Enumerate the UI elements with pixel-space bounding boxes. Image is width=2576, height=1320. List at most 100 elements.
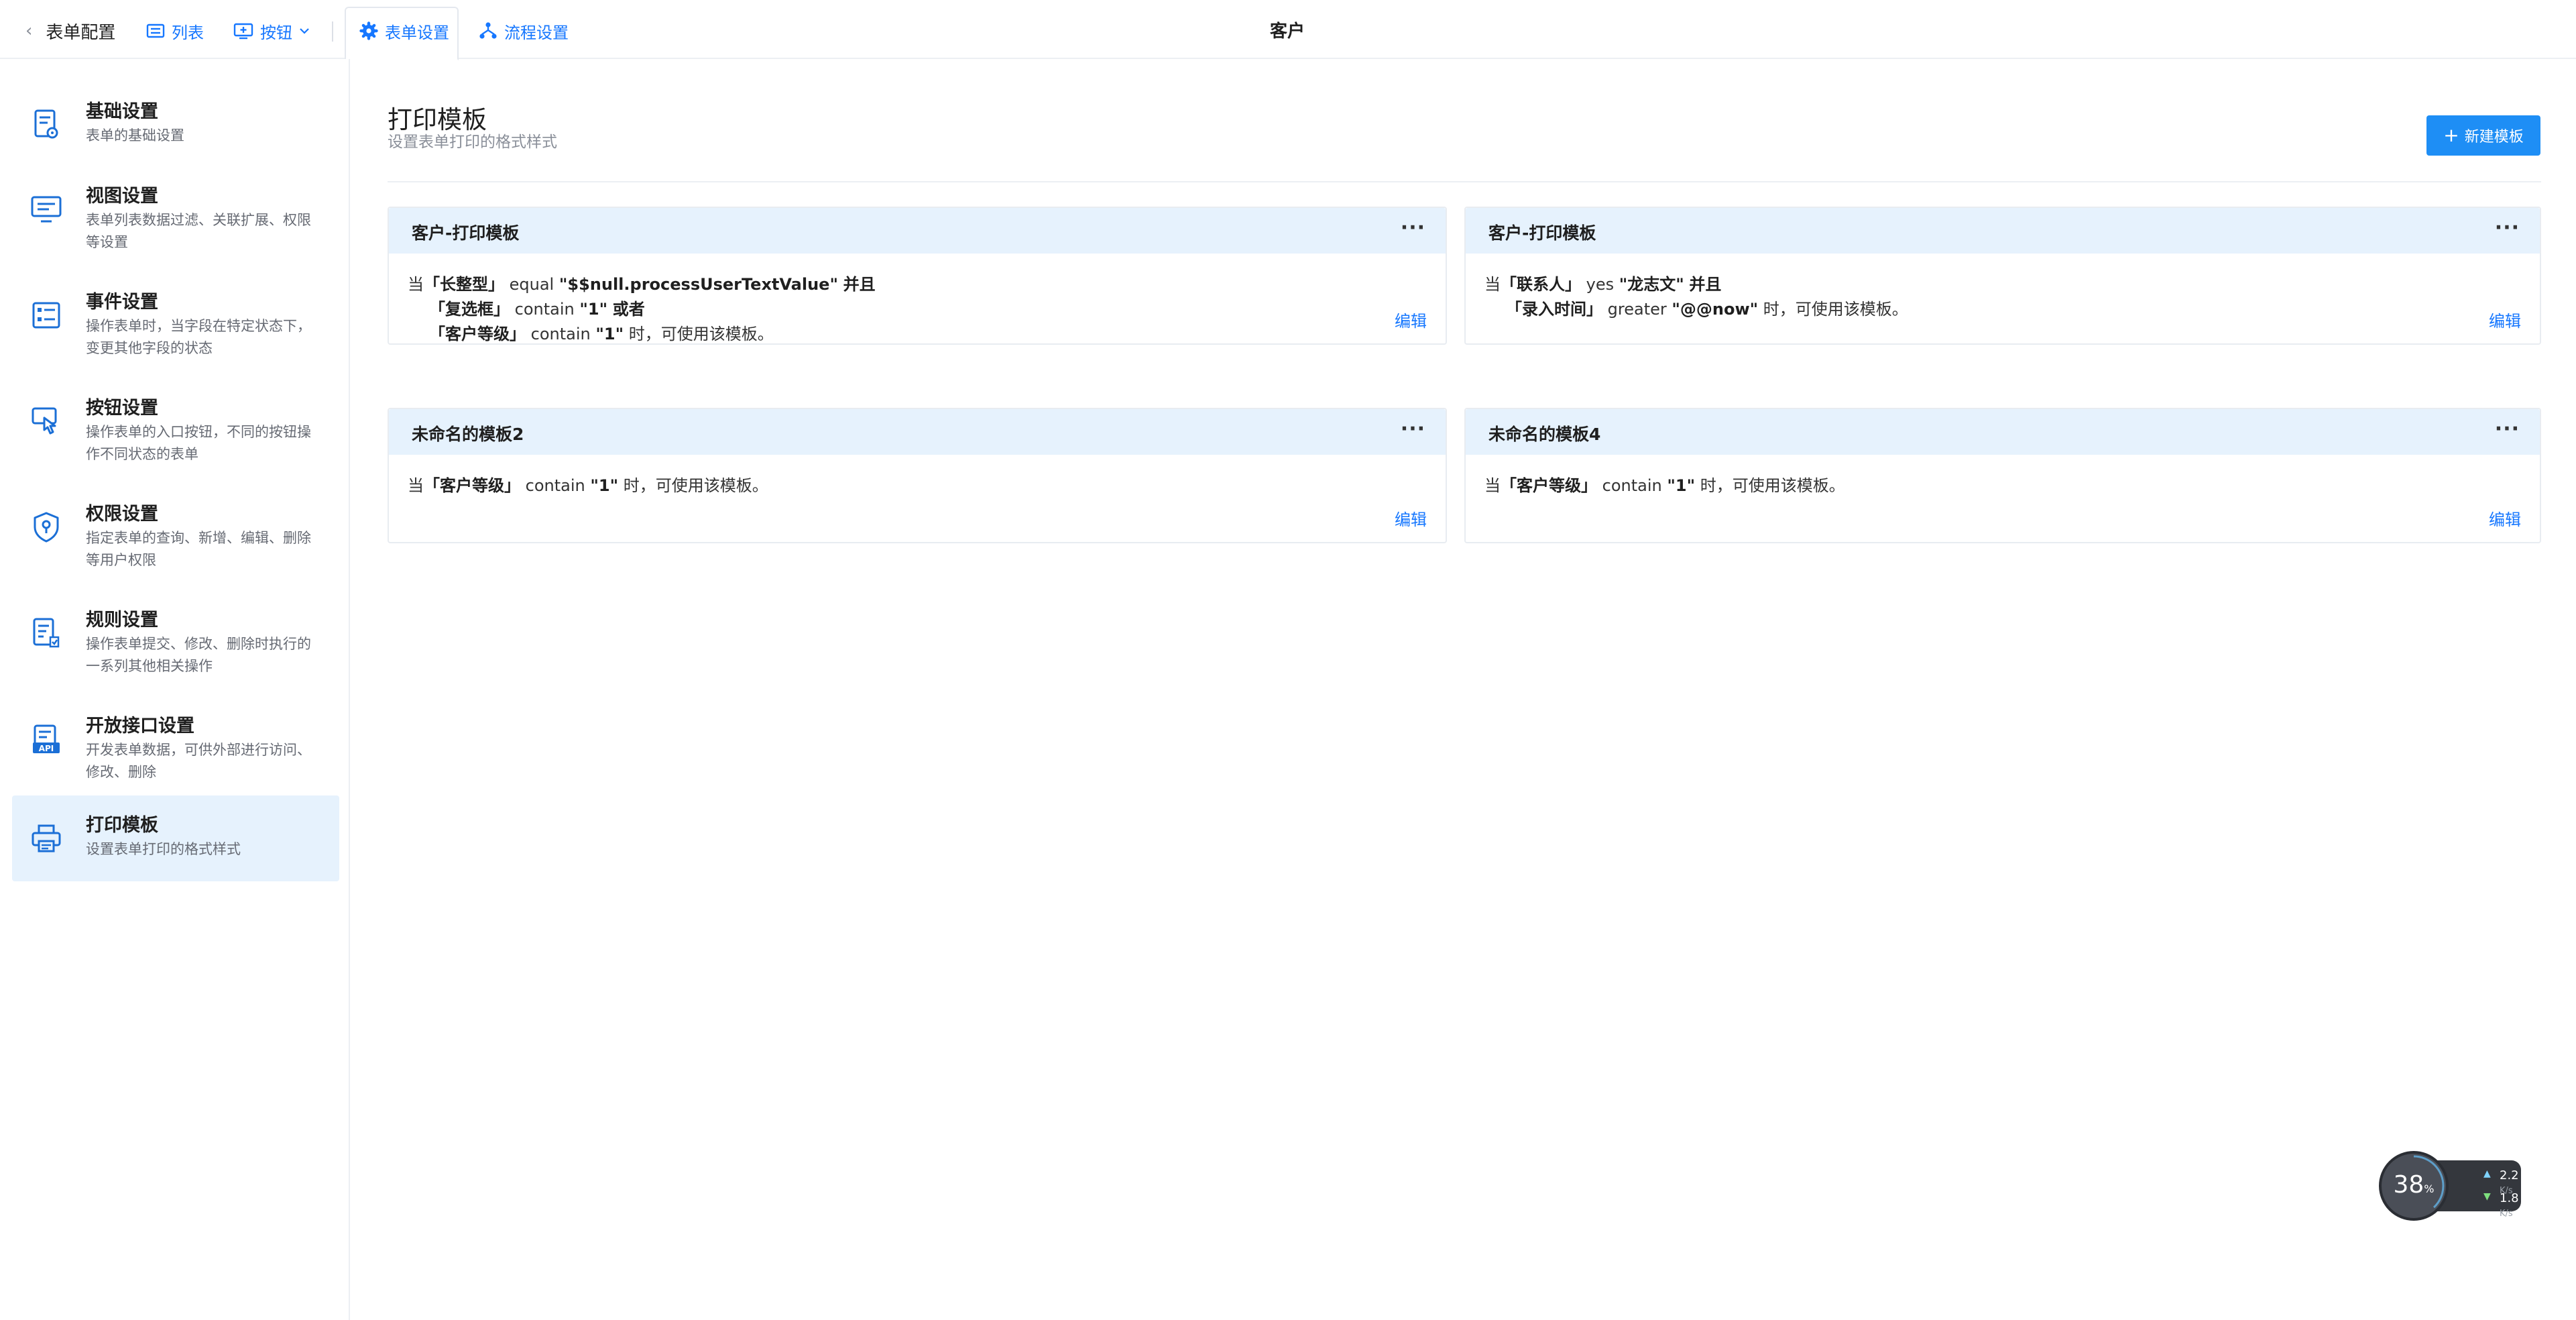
arrow-up-icon: ▲ <box>2483 1168 2491 1179</box>
condition-value: "1" <box>595 325 624 343</box>
settings-sidebar: 基础设置 表单的基础设置 视图设置 表单列表数据过滤、关联扩展、权限等设置 事件… <box>0 59 350 1320</box>
condition-line: 「客户等级」 contain "1" 时，可使用该模板。 <box>408 322 876 347</box>
download-speed: ▼ 1.8 K/s <box>2483 1191 2521 1219</box>
condition-value: "1" <box>579 300 608 319</box>
api-icon: API <box>28 721 64 757</box>
sidebar-item-permission[interactable]: 权限设置 指定表单的查询、新增、编辑、删除等用户权限 <box>12 484 339 570</box>
sidebar-item-title: 权限设置 <box>86 504 158 525</box>
header-divider <box>388 181 2541 182</box>
sidebar-item-desc: 指定表单的查询、新增、编辑、删除等用户权限 <box>86 530 311 568</box>
sidebar-item-button[interactable]: 按钮设置 操作表单的入口按钮，不同的按钮操作不同状态的表单 <box>12 378 339 464</box>
edit-link[interactable]: 编辑 <box>1395 506 1427 530</box>
card-header: 未命名的模板2 ··· <box>389 409 1446 455</box>
button-dropdown[interactable]: 按钮 <box>233 17 311 44</box>
more-actions-button[interactable]: ··· <box>2495 417 2520 441</box>
condition-field: 「客户等级」 <box>424 476 520 495</box>
event-list-icon <box>28 297 64 333</box>
monitor-icon <box>28 191 64 227</box>
edit-link[interactable]: 编辑 <box>1395 308 1427 331</box>
condition-operator: yes <box>1586 275 1615 294</box>
sidebar-item-print-template[interactable]: 打印模板 设置表单打印的格式样式 <box>12 795 339 881</box>
upload-value: 2.2 <box>2500 1168 2519 1182</box>
tab-flow-settings-label: 流程设置 <box>504 23 569 42</box>
sidebar-item-title: 事件设置 <box>86 292 158 313</box>
condition-operator: greater <box>1607 300 1667 319</box>
template-card: 未命名的模板4 ··· 当「客户等级」 contain "1" 时，可使用该模板… <box>1464 408 2541 543</box>
condition-conjunction: 时，可使用该模板。 <box>1700 476 1845 495</box>
page-subtitle: 设置表单打印的格式样式 <box>388 133 557 151</box>
sidebar-item-desc: 操作表单的入口按钮，不同的按钮操作不同状态的表单 <box>86 424 311 462</box>
condition-prefix: 当 <box>1484 275 1501 294</box>
condition-value: "@@now" <box>1672 300 1759 319</box>
condition-conjunction: 时，可使用该模板。 <box>1763 300 1908 319</box>
sidebar-item-basic[interactable]: 基础设置 表单的基础设置 <box>12 82 339 168</box>
card-conditions: 当「客户等级」 contain "1" 时，可使用该模板。 <box>1484 474 1845 498</box>
sidebar-item-title: 打印模板 <box>86 815 158 836</box>
more-actions-button[interactable]: ··· <box>2495 216 2520 239</box>
sidebar-item-rule[interactable]: 规则设置 操作表单提交、修改、删除时执行的一系列其他相关操作 <box>12 590 339 676</box>
system-monitor-widget[interactable]: ▲ 2.2 K/s ▼ 1.8 K/s 38% <box>2379 1151 2522 1221</box>
list-button[interactable]: 列表 <box>146 17 204 44</box>
condition-prefix: 当 <box>408 476 424 495</box>
template-card: 客户-打印模板 ··· 当「长整型」 equal "$$null.process… <box>388 207 1447 345</box>
condition-line: 当「客户等级」 contain "1" 时，可使用该模板。 <box>1484 474 1845 498</box>
card-header: 客户-打印模板 ··· <box>389 208 1446 254</box>
card-title: 客户-打印模板 <box>412 223 520 243</box>
condition-conjunction: 并且 <box>1689 275 1722 294</box>
plus-icon: + <box>2443 124 2459 146</box>
sidebar-item-title: 基础设置 <box>86 101 158 122</box>
button-label: 按钮 <box>260 23 292 42</box>
cpu-percent: 38% <box>2379 1171 2449 1199</box>
condition-value: "1" <box>590 476 619 495</box>
condition-value: "$$null.processUserTextValue" <box>559 275 838 294</box>
back-button[interactable]: ‹ 表单配置 <box>25 17 115 44</box>
condition-line: 当「联系人」 yes "龙志文" 并且 <box>1484 272 1908 297</box>
sidebar-item-view[interactable]: 视图设置 表单列表数据过滤、关联扩展、权限等设置 <box>12 166 339 252</box>
new-template-button[interactable]: + 新建模板 <box>2426 115 2540 156</box>
flow-icon <box>479 22 497 39</box>
condition-operator: contain <box>514 300 575 319</box>
condition-conjunction: 时，可使用该模板。 <box>628 325 774 343</box>
more-actions-button[interactable]: ··· <box>1401 417 1425 441</box>
template-card: 客户-打印模板 ··· 当「联系人」 yes "龙志文" 并且 「录入时间」 g… <box>1464 207 2541 345</box>
condition-field: 「客户等级」 <box>1501 476 1597 495</box>
sidebar-item-desc: 操作表单时，当字段在特定状态下，变更其他字段的状态 <box>86 318 311 356</box>
condition-conjunction: 或者 <box>612 300 645 319</box>
card-title: 客户-打印模板 <box>1488 223 1596 243</box>
new-template-label: 新建模板 <box>2464 129 2524 146</box>
rule-doc-icon <box>28 615 64 651</box>
main-content: 打印模板 设置表单打印的格式样式 + 新建模板 客户-打印模板 ··· 当「长整… <box>350 59 2576 1320</box>
top-bar: ‹ 表单配置 列表 按钮 表单设置 流程设置 客户 <box>0 0 2576 60</box>
printer-icon <box>28 820 64 857</box>
edit-link[interactable]: 编辑 <box>2489 308 2521 331</box>
condition-value: "1" <box>1667 476 1696 495</box>
back-label: 表单配置 <box>46 22 116 43</box>
list-icon <box>146 23 165 38</box>
condition-line: 当「客户等级」 contain "1" 时，可使用该模板。 <box>408 474 768 498</box>
more-actions-button[interactable]: ··· <box>1401 216 1425 239</box>
toolbar-divider <box>332 21 333 42</box>
sidebar-item-desc: 表单列表数据过滤、关联扩展、权限等设置 <box>86 212 311 250</box>
sidebar-item-event[interactable]: 事件设置 操作表单时，当字段在特定状态下，变更其他字段的状态 <box>12 272 339 358</box>
condition-prefix: 当 <box>408 275 424 294</box>
tab-form-settings-label: 表单设置 <box>385 23 449 42</box>
sidebar-item-title: 按钮设置 <box>86 398 158 419</box>
card-title: 未命名的模板2 <box>412 425 524 444</box>
card-header: 未命名的模板4 ··· <box>1466 409 2540 455</box>
sidebar-item-title: 开放接口设置 <box>86 716 194 736</box>
condition-field: 「复选框」 <box>429 300 510 319</box>
sidebar-item-title: 规则设置 <box>86 610 158 630</box>
tab-flow-settings[interactable]: 流程设置 <box>479 17 569 44</box>
sidebar-item-open-api[interactable]: API 开放接口设置 开发表单数据，可供外部进行访问、修改、删除 <box>12 696 339 782</box>
tab-form-settings[interactable]: 表单设置 <box>359 17 449 44</box>
card-header: 客户-打印模板 ··· <box>1466 208 2540 254</box>
page-entity-title: 客户 <box>1269 21 1305 42</box>
form-doc-icon <box>28 107 64 143</box>
shield-icon <box>28 509 64 545</box>
download-unit: K/s <box>2500 1209 2513 1219</box>
edit-link[interactable]: 编辑 <box>2489 506 2521 530</box>
template-card: 未命名的模板2 ··· 当「客户等级」 contain "1" 时，可使用该模板… <box>388 408 1447 543</box>
condition-field: 「长整型」 <box>424 275 504 294</box>
cpu-percent-unit: % <box>2424 1182 2435 1195</box>
condition-operator: contain <box>1602 476 1662 495</box>
